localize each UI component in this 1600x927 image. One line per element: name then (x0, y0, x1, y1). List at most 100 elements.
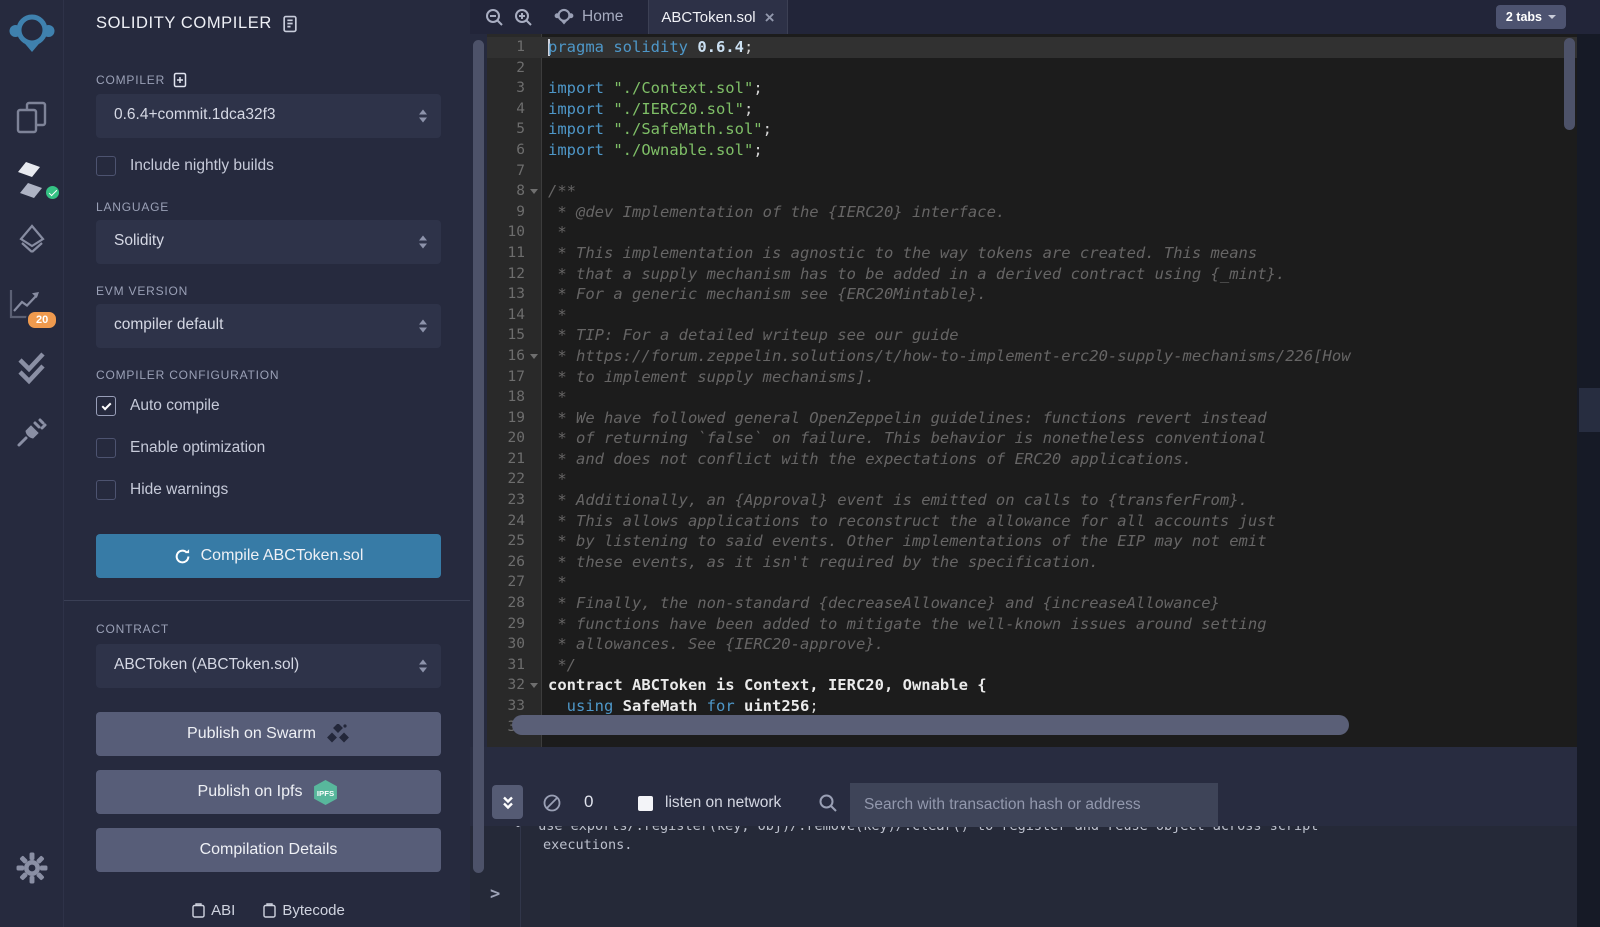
line-number: 24 (487, 511, 525, 532)
zoom-in-icon[interactable] (514, 8, 533, 27)
code-line[interactable]: 17 * to implement supply mechanisms]. (487, 367, 1577, 388)
code-line[interactable]: 24 * This allows applications to reconst… (487, 511, 1577, 532)
include-nightly-checkbox[interactable] (96, 156, 116, 176)
fold-gutter (525, 655, 543, 676)
listen-network-checkbox[interactable] (638, 796, 653, 811)
copy-abi-link[interactable]: ABI (192, 902, 235, 919)
code-line[interactable]: 29 * functions have been added to mitiga… (487, 614, 1577, 635)
code-line[interactable]: 6import "./Ownable.sol"; (487, 140, 1577, 161)
line-number: 9 (487, 202, 525, 223)
fold-gutter (525, 469, 543, 490)
code-line[interactable]: 3import "./Context.sol"; (487, 78, 1577, 99)
copy-bytecode-link[interactable]: Bytecode (263, 902, 345, 919)
code-line[interactable]: 8/** (487, 181, 1577, 202)
clear-console-icon[interactable] (542, 793, 562, 813)
code-line[interactable]: 18 * (487, 387, 1577, 408)
code-line[interactable]: 9 * @dev Implementation of the {IERC20} … (487, 202, 1577, 223)
page-scrollbar-thumb[interactable] (1579, 388, 1600, 432)
svg-text:IPFS: IPFS (317, 789, 334, 798)
sidebar-item-unit-testing[interactable] (0, 352, 64, 388)
code-line[interactable]: 27 * (487, 572, 1577, 593)
code-text: import "./SafeMath.sol"; (543, 119, 772, 140)
code-line[interactable]: 22 * (487, 469, 1577, 490)
tabs-count-button[interactable]: 2 tabs (1496, 5, 1566, 29)
code-line[interactable]: 33 using SafeMath for uint256; (487, 696, 1577, 717)
fold-arrow-icon[interactable] (525, 675, 543, 696)
code-line[interactable]: 7 (487, 161, 1577, 182)
line-number: 19 (487, 408, 525, 429)
terminal-content[interactable]: •use exports/.register(key, obj)/.remove… (470, 826, 1577, 927)
code-line[interactable]: 32contract ABCToken is Context, IERC20, … (487, 675, 1577, 696)
sidebar-item-solidity-compiler[interactable] (0, 160, 64, 206)
code-text: * (543, 222, 567, 243)
code-text: * @dev Implementation of the {IERC20} in… (543, 202, 1005, 223)
code-line[interactable]: 14 * (487, 305, 1577, 326)
panel-scrollbar[interactable] (473, 40, 484, 873)
zoom-out-icon[interactable] (485, 8, 504, 27)
code-line[interactable]: 10 * (487, 222, 1577, 243)
editor-vertical-scrollbar[interactable] (1564, 38, 1575, 130)
book-icon[interactable] (282, 15, 298, 33)
evm-version-select[interactable]: compiler default (96, 304, 441, 348)
language-select[interactable]: Solidity (96, 220, 441, 264)
code-line[interactable]: 4import "./IERC20.sol"; (487, 99, 1577, 120)
auto-compile-checkbox[interactable] (96, 396, 116, 416)
sidebar-item-analysis[interactable]: 20 (0, 288, 64, 334)
fold-arrow-icon[interactable] (525, 181, 543, 202)
code-line[interactable]: 23 * Additionally, an {Approval} event i… (487, 490, 1577, 511)
publish-ipfs-button[interactable]: Publish on Ipfs IPFS (96, 770, 441, 814)
double-check-icon (15, 352, 49, 388)
tab-abctoken[interactable]: ABCToken.sol × (648, 0, 788, 34)
log-line-1: use exports/.register(key, obj)/.remove(… (538, 826, 1318, 834)
refresh-icon (174, 548, 191, 565)
code-line[interactable]: 15 * TIP: For a detailed writeup see our… (487, 325, 1577, 346)
evm-version-value: compiler default (114, 316, 223, 333)
code-line[interactable]: 26 * these events, as it isn't required … (487, 552, 1577, 573)
code-line[interactable]: 12 * that a supply mechanism has to be a… (487, 264, 1577, 285)
tab-close-icon[interactable]: × (765, 9, 775, 26)
compilation-details-button[interactable]: Compilation Details (96, 828, 441, 872)
sidebar-item-file-explorer[interactable] (0, 100, 64, 138)
terminal-collapse-button[interactable] (492, 785, 523, 819)
code-line[interactable]: 1pragma solidity 0.6.4; (487, 37, 1577, 58)
code-line[interactable]: 20 * of returning `false` on failure. Th… (487, 428, 1577, 449)
page-scroll-strip (1577, 34, 1600, 927)
remix-logo[interactable] (0, 10, 64, 58)
listen-network-label: listen on network (665, 794, 781, 812)
publish-swarm-button[interactable]: Publish on Swarm (96, 712, 441, 756)
compiler-label-row: COMPILER (96, 72, 187, 88)
code-line[interactable]: 28 * Finally, the non-standard {decrease… (487, 593, 1577, 614)
fold-gutter (525, 490, 543, 511)
code-line[interactable]: 5import "./SafeMath.sol"; (487, 119, 1577, 140)
sidebar-item-deploy-run[interactable] (0, 224, 64, 260)
code-line[interactable]: 13 * For a generic mechanism see {ERC20M… (487, 284, 1577, 305)
code-line[interactable]: 16 * https://forum.zeppelin.solutions/t/… (487, 346, 1577, 367)
code-line[interactable]: 11 * This implementation is agnostic to … (487, 243, 1577, 264)
fold-gutter (525, 634, 543, 655)
settings-gear[interactable] (0, 852, 64, 884)
code-line[interactable]: 2 (487, 58, 1577, 79)
sidebar-item-plugin-manager[interactable] (0, 414, 64, 450)
compiler-version-select[interactable]: 0.6.4+commit.1dca32f3 (96, 94, 441, 138)
code-editor[interactable]: 1pragma solidity 0.6.4;23import "./Conte… (487, 34, 1577, 747)
contract-select[interactable]: ABCToken (ABCToken.sol) (96, 644, 441, 688)
editor-tabbar: Home ABCToken.sol × 2 tabs (470, 0, 1600, 34)
compile-button[interactable]: Compile ABCToken.sol (96, 534, 441, 578)
code-text: * by listening to said events. Other imp… (543, 531, 1267, 552)
tab-home[interactable]: Home (536, 0, 641, 34)
add-compiler-icon[interactable] (173, 72, 187, 88)
hide-warnings-checkbox[interactable] (96, 480, 116, 500)
code-line[interactable]: 19 * We have followed general OpenZeppel… (487, 408, 1577, 429)
transaction-search-input[interactable] (850, 783, 1218, 827)
code-line[interactable]: 31 */ (487, 655, 1577, 676)
code-line[interactable]: 30 * allowances. See {IERC20-approve}. (487, 634, 1577, 655)
code-line[interactable]: 25 * by listening to said events. Other … (487, 531, 1577, 552)
language-value: Solidity (114, 232, 164, 249)
ipfs-icon: IPFS (312, 779, 339, 806)
fold-gutter (525, 99, 543, 120)
line-number: 33 (487, 696, 525, 717)
enable-optimization-checkbox[interactable] (96, 438, 116, 458)
editor-horizontal-scrollbar[interactable] (512, 715, 1349, 735)
code-line[interactable]: 21 * and does not conflict with the expe… (487, 449, 1577, 470)
fold-arrow-icon[interactable] (525, 346, 543, 367)
